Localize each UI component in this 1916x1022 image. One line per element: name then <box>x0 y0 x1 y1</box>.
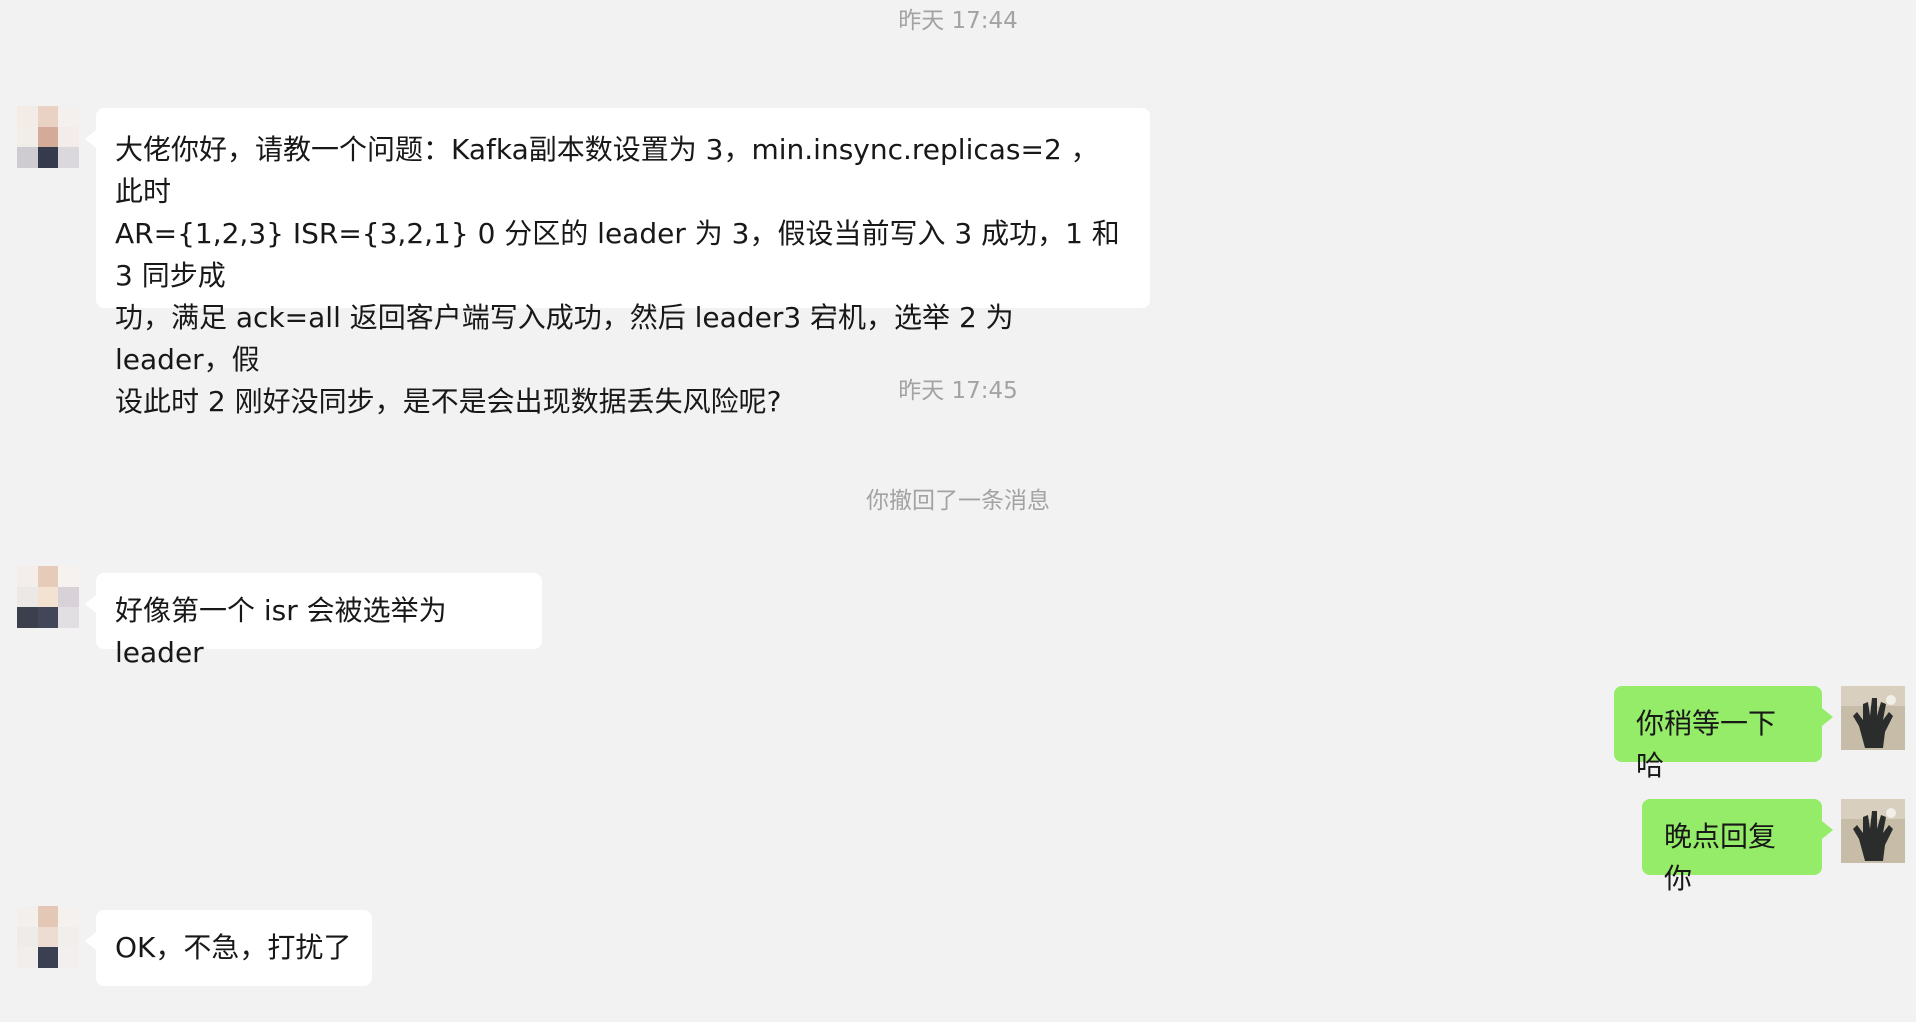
message-bubble-incoming[interactable]: 好像第一个 isr 会被选举为 leader <box>85 573 542 669</box>
self-avatar-icon[interactable] <box>1841 686 1905 750</box>
contact-avatar-icon[interactable] <box>17 106 79 168</box>
self-avatar-icon[interactable] <box>1841 799 1905 863</box>
contact-avatar-icon[interactable] <box>17 906 79 968</box>
contact-avatar-icon[interactable] <box>17 566 79 628</box>
message-bubble-incoming[interactable]: 大佬你好，请教一个问题：Kafka副本数设置为 3，min.insync.rep… <box>85 108 1150 418</box>
message-text: 好像第一个 isr 会被选举为 leader <box>115 594 456 669</box>
timestamp-1: 昨天 17:44 <box>898 8 1018 34</box>
message-text: 大佬你好，请教一个问题：Kafka副本数设置为 3，min.insync.rep… <box>115 133 1120 418</box>
message-text: 晚点回复你 <box>1664 820 1777 895</box>
message-bubble-outgoing[interactable]: 你稍等一下哈 <box>1614 686 1833 782</box>
message-bubble-incoming[interactable]: OK，不急，打扰了 <box>85 910 372 986</box>
message-bubble-outgoing[interactable]: 晚点回复你 <box>1642 799 1833 895</box>
message-text: OK，不急，打扰了 <box>115 931 352 964</box>
recall-notice: 你撤回了一条消息 <box>866 488 1050 514</box>
message-text: 你稍等一下哈 <box>1636 707 1777 782</box>
